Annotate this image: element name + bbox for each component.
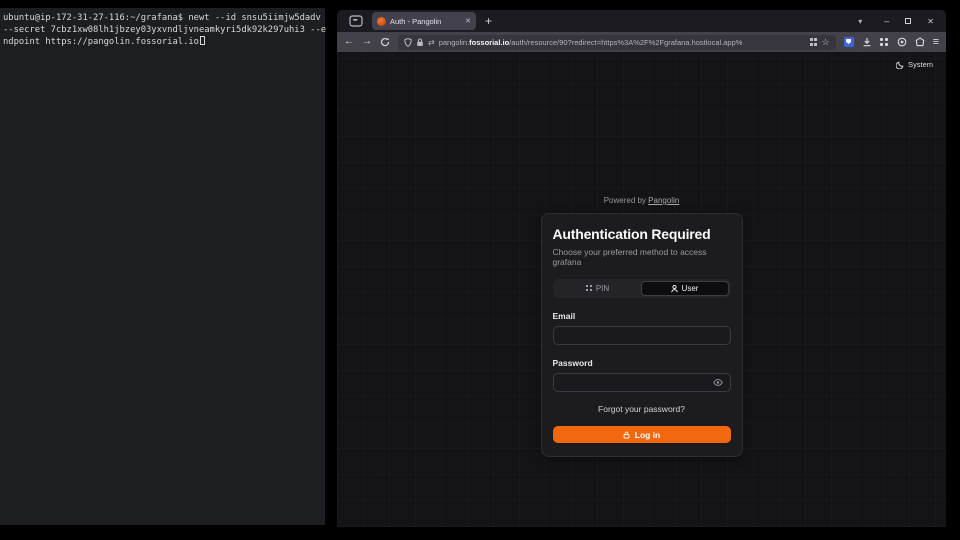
forgot-password-link[interactable]: Forgot your password?	[553, 404, 731, 414]
pangolin-favicon-icon	[377, 17, 386, 26]
browser-tab-bar: Auth - Pangolin ✕ + ▾ – ✕	[337, 10, 946, 32]
user-icon	[671, 285, 678, 293]
downloads-icon[interactable]	[862, 37, 872, 47]
terminal-line: --secret 7cbz1xw08lh1jbzey03yxvndljvneam…	[3, 24, 322, 36]
theme-toggle-label: System	[908, 60, 933, 69]
terminal-cursor	[200, 36, 205, 45]
terminal-line: ubuntu@ip-172-31-27-116:~/grafana$ newt …	[3, 12, 322, 24]
url-text: pangolin.fossorial.io/auth/resource/90?r…	[439, 38, 806, 47]
record-circle-icon[interactable]	[897, 37, 907, 47]
terminal-line: ndpoint https://pangolin.fossorial.io	[3, 36, 322, 48]
container-grid-icon[interactable]	[810, 38, 818, 46]
email-field[interactable]	[553, 326, 731, 345]
firefox-view-icon[interactable]	[349, 15, 363, 27]
bookmark-star-icon[interactable]: ☆	[822, 38, 830, 47]
login-lock-icon	[623, 431, 630, 439]
lock-icon[interactable]	[416, 38, 424, 47]
password-field[interactable]	[553, 373, 731, 392]
auth-section: Powered by Pangolin Authentication Requi…	[337, 196, 946, 457]
auth-method-tabs: PIN User	[553, 279, 731, 298]
theme-toggle[interactable]: System	[896, 60, 933, 69]
auth-card: Authentication Required Choose your pref…	[541, 213, 743, 457]
tab-close-icon[interactable]: ✕	[465, 17, 471, 25]
tracking-shield-icon[interactable]	[404, 38, 412, 47]
extensions-grid-icon[interactable]	[880, 38, 889, 47]
card-subtitle: Choose your preferred method to access g…	[553, 247, 731, 267]
new-tab-button[interactable]: +	[485, 14, 492, 28]
email-label: Email	[553, 311, 731, 321]
blue-extension-icon[interactable]	[844, 37, 854, 47]
tab-user[interactable]: User	[641, 281, 729, 296]
terminal-window[interactable]: ubuntu@ip-172-31-27-116:~/grafana$ newt …	[0, 8, 325, 525]
moon-icon	[896, 61, 904, 69]
swap-arrows-icon[interactable]: ⇄	[428, 38, 435, 47]
browser-nav-bar: ← → ⇄ pangolin.fossorial.io/auth/resourc…	[337, 32, 946, 52]
maximize-button[interactable]	[905, 18, 911, 24]
minimize-button[interactable]: –	[884, 16, 889, 26]
pangolin-link[interactable]: Pangolin	[648, 196, 679, 205]
window-controls: – ✕	[884, 16, 934, 26]
hamburger-menu-icon[interactable]: ≡	[933, 37, 939, 48]
card-title: Authentication Required	[553, 226, 731, 242]
forward-button[interactable]: →	[362, 37, 372, 47]
back-button[interactable]: ←	[344, 37, 354, 47]
reload-button[interactable]	[380, 37, 390, 47]
tab-pin[interactable]: PIN	[555, 281, 641, 296]
desktop: ubuntu@ip-172-31-27-116:~/grafana$ newt …	[0, 0, 960, 540]
tab-title: Auth - Pangolin	[390, 17, 461, 26]
browser-window: Auth - Pangolin ✕ + ▾ – ✕ ← →	[337, 10, 946, 527]
page-content: System Powered by Pangolin Authenticatio…	[337, 52, 946, 527]
login-button[interactable]: Log in	[553, 426, 731, 443]
browser-tab-auth-pangolin[interactable]: Auth - Pangolin ✕	[372, 12, 476, 30]
close-window-button[interactable]: ✕	[927, 17, 934, 26]
list-all-tabs-chevron-icon[interactable]: ▾	[858, 17, 862, 26]
password-label: Password	[553, 358, 731, 368]
powered-by: Powered by Pangolin	[604, 196, 680, 205]
show-password-eye-icon[interactable]	[713, 379, 723, 386]
url-bar[interactable]: ⇄ pangolin.fossorial.io/auth/resource/90…	[398, 35, 836, 50]
shield-outline-icon[interactable]	[915, 37, 925, 47]
pin-keypad-icon	[586, 285, 592, 293]
